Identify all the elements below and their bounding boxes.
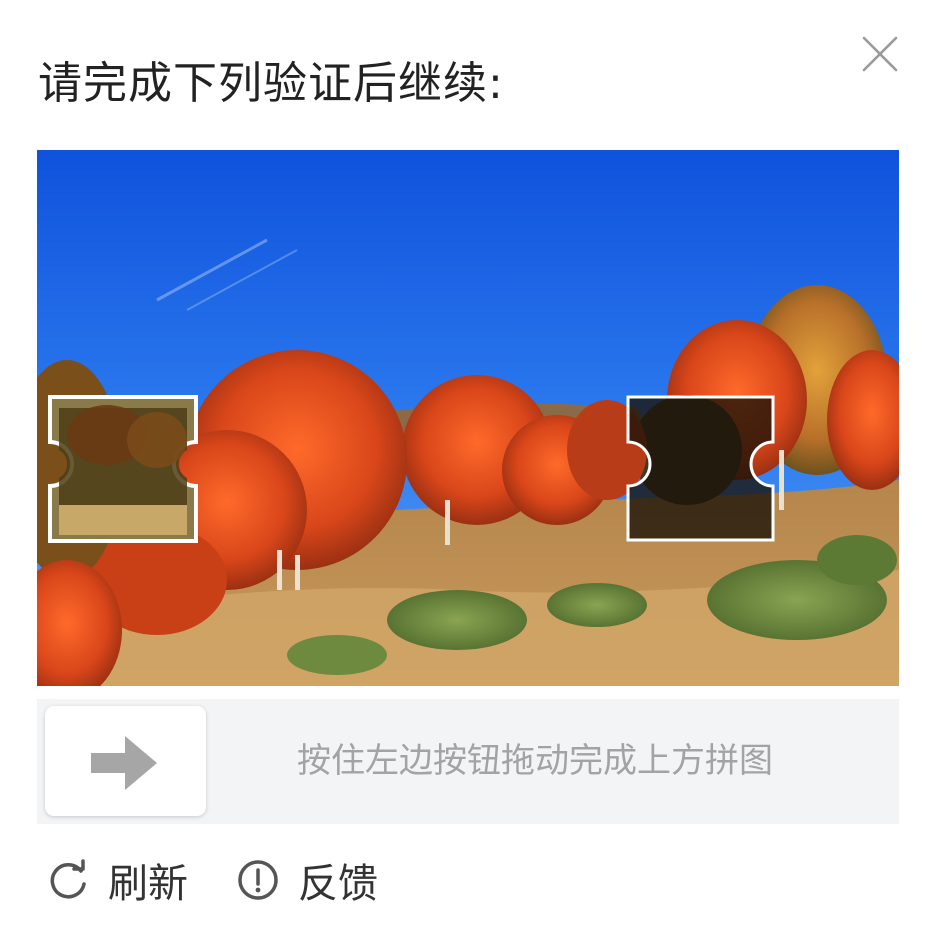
- refresh-icon: [50, 859, 86, 899]
- puzzle-piece[interactable]: [48, 395, 198, 543]
- captcha-image: [37, 150, 899, 686]
- feedback-label: 反馈: [298, 861, 378, 907]
- slider-hint: 按住左边按钮拖动完成上方拼图: [297, 741, 773, 781]
- dialog-title: 请完成下列验证后继续:: [38, 58, 504, 109]
- refresh-label: 刷新: [108, 861, 188, 907]
- close-icon: [862, 36, 898, 72]
- captcha-dialog: 请完成下列验证后继续: 按住左边按钮拖动完成上方拼图 刷新 反馈: [0, 0, 936, 948]
- arrow-right-icon: [91, 736, 157, 790]
- alert-circle-icon: [238, 860, 278, 900]
- close-button[interactable]: [858, 32, 902, 76]
- autumn-trees-landscape: [37, 150, 899, 686]
- slider-track[interactable]: 按住左边按钮拖动完成上方拼图: [37, 699, 899, 824]
- feedback-button[interactable]: 反馈: [236, 852, 378, 908]
- slider-handle[interactable]: [45, 706, 206, 816]
- refresh-button[interactable]: 刷新: [46, 852, 188, 908]
- puzzle-slot: [626, 395, 775, 542]
